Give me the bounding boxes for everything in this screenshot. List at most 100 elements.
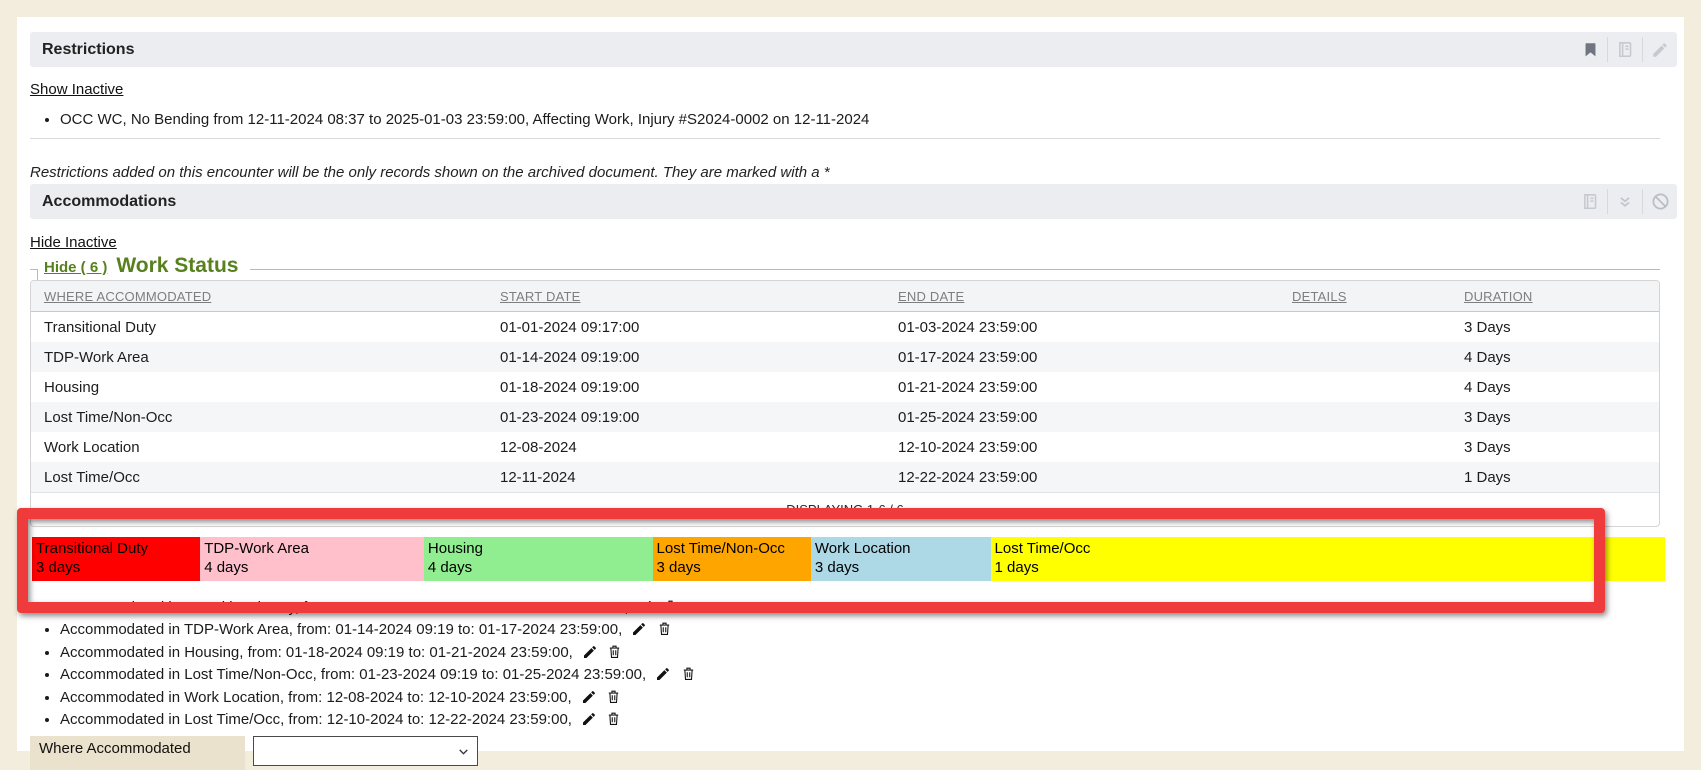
accommodation-entry-text: Accommodated in Work Location, from: 12-… <box>60 689 572 706</box>
column-header-start-date[interactable]: START DATE <box>500 289 898 304</box>
timeline-segment-label: Work Location <box>815 539 991 558</box>
timeline-segment: Lost Time/Non-Occ 3 days <box>653 537 811 581</box>
restriction-item: OCC WC, No Bending from 12-11-2024 08:37… <box>60 110 1660 130</box>
timeline-segment-label: Housing <box>428 539 653 558</box>
cell-start-date: 12-08-2024 <box>500 439 898 456</box>
edit-pencil-icon[interactable] <box>638 599 654 620</box>
accommodation-entries-list: Accommodated in Transitional Duty, from:… <box>30 598 696 732</box>
table-row: Work Location 12-08-2024 12-10-2024 23:5… <box>31 432 1659 462</box>
timeline-segment-label: Lost Time/Non-Occ <box>657 539 811 558</box>
timeline-segment-days: 3 days <box>815 558 991 577</box>
accommodation-entry: Accommodated in Transitional Duty, from:… <box>60 598 696 620</box>
accommodation-entry-text: Accommodated in TDP-Work Area, from: 01-… <box>60 621 622 638</box>
accommodation-entry-text: Accommodated in Lost Time/Occ, from: 12-… <box>60 711 572 728</box>
archive-book-icon[interactable] <box>1608 32 1642 67</box>
cell-where-accommodated: Transitional Duty <box>44 319 500 336</box>
edit-pencil-icon[interactable] <box>655 666 671 687</box>
restrictions-list: OCC WC, No Bending from 12-11-2024 08:37… <box>30 110 1660 130</box>
restrictions-note: Restrictions added on this encounter wil… <box>30 164 830 181</box>
accommodation-entry-text: Accommodated in Housing, from: 01-18-202… <box>60 644 573 661</box>
cell-start-date: 01-18-2024 09:19:00 <box>500 379 898 396</box>
cell-duration: 3 Days <box>1464 409 1659 426</box>
cell-duration: 4 Days <box>1464 349 1659 366</box>
timeline-segment-label: Lost Time/Occ <box>995 539 1665 558</box>
dropdown-chevron-icon <box>457 745 470 758</box>
where-accommodated-select[interactable] <box>253 736 478 766</box>
timeline-segment-label: TDP-Work Area <box>204 539 424 558</box>
timeline-segment: Transitional Duty 3 days <box>32 537 200 581</box>
edit-pencil-icon[interactable] <box>631 621 647 642</box>
table-row: Lost Time/Occ 12-11-2024 12-22-2024 23:5… <box>31 462 1659 492</box>
cell-end-date: 12-22-2024 23:59:00 <box>898 469 1292 486</box>
cell-where-accommodated: TDP-Work Area <box>44 349 500 366</box>
divider-line <box>30 138 1660 139</box>
column-header-details[interactable]: DETAILS <box>1292 289 1464 304</box>
column-header-end-date[interactable]: END DATE <box>898 289 1292 304</box>
cell-end-date: 01-17-2024 23:59:00 <box>898 349 1292 366</box>
cell-end-date: 01-21-2024 23:59:00 <box>898 379 1292 396</box>
accommodation-entry: Accommodated in Work Location, from: 12-… <box>60 688 696 710</box>
hide-inactive-link[interactable]: Hide Inactive <box>30 234 117 251</box>
delete-trash-icon[interactable] <box>657 620 672 642</box>
cell-end-date: 01-03-2024 23:59:00 <box>898 319 1292 336</box>
restrictions-section-header: Restrictions <box>30 32 1677 67</box>
accommodations-title: Accommodations <box>30 193 176 211</box>
table-row: Lost Time/Non-Occ 01-23-2024 09:19:00 01… <box>31 402 1659 432</box>
bookmark-icon[interactable] <box>1573 32 1607 67</box>
accommodation-entry-text: Accommodated in Transitional Duty, from:… <box>60 599 628 616</box>
accommodations-header-icons <box>1573 184 1677 219</box>
table-row: TDP-Work Area 01-14-2024 09:19:00 01-17-… <box>31 342 1659 372</box>
edit-pencil-icon[interactable] <box>1643 32 1677 67</box>
timeline-segment-days: 4 days <box>428 558 653 577</box>
timeline-segment: Housing 4 days <box>424 537 653 581</box>
cell-duration: 3 Days <box>1464 319 1659 336</box>
delete-trash-icon[interactable] <box>681 665 696 687</box>
table-body: Transitional Duty 01-01-2024 09:17:00 01… <box>31 312 1659 492</box>
content-panel: Restrictions Show Inactive OCC WC, No Be… <box>17 17 1684 751</box>
timeline-segment-days: 3 days <box>36 558 200 577</box>
collapse-double-chevron-icon[interactable] <box>1608 184 1642 219</box>
cell-end-date: 01-25-2024 23:59:00 <box>898 409 1292 426</box>
disable-icon[interactable] <box>1643 184 1677 219</box>
cell-end-date: 12-10-2024 23:59:00 <box>898 439 1292 456</box>
delete-trash-icon[interactable] <box>663 598 678 620</box>
cell-start-date: 12-11-2024 <box>500 469 898 486</box>
edit-pencil-icon[interactable] <box>581 711 597 732</box>
work-status-title: Work Status <box>116 254 238 278</box>
cell-duration: 1 Days <box>1464 469 1659 486</box>
accommodation-entry-text: Accommodated in Lost Time/Non-Occ, from:… <box>60 666 646 683</box>
accommodation-entry: Accommodated in TDP-Work Area, from: 01-… <box>60 620 696 642</box>
cell-duration: 3 Days <box>1464 439 1659 456</box>
table-row: Housing 01-18-2024 09:19:00 01-21-2024 2… <box>31 372 1659 402</box>
cell-start-date: 01-14-2024 09:19:00 <box>500 349 898 366</box>
delete-trash-icon[interactable] <box>606 710 621 732</box>
column-header-where-accommodated[interactable]: WHERE ACCOMMODATED <box>44 289 500 304</box>
cell-where-accommodated: Lost Time/Non-Occ <box>44 409 500 426</box>
delete-trash-icon[interactable] <box>607 643 622 665</box>
show-inactive-link[interactable]: Show Inactive <box>30 81 123 98</box>
cell-start-date: 01-01-2024 09:17:00 <box>500 319 898 336</box>
restrictions-header-icons <box>1573 32 1677 67</box>
archive-book-icon[interactable] <box>1573 184 1607 219</box>
cell-where-accommodated: Housing <box>44 379 500 396</box>
cell-where-accommodated: Work Location <box>44 439 500 456</box>
delete-trash-icon[interactable] <box>606 688 621 710</box>
accommodation-timeline: Transitional Duty 3 days TDP-Work Area 4… <box>32 537 1665 581</box>
column-header-duration[interactable]: DURATION <box>1464 289 1659 304</box>
add-accommodation-form: Where Accommodated <box>30 736 478 770</box>
timeline-segment-days: 1 days <box>995 558 1665 577</box>
timeline-segment-days: 4 days <box>204 558 424 577</box>
edit-pencil-icon[interactable] <box>581 689 597 710</box>
work-status-legend: Hide ( 6 ) Work Status <box>38 254 250 280</box>
timeline-segment: Work Location 3 days <box>811 537 991 581</box>
table-footer: DISPLAYING 1-6 / 6 <box>31 492 1659 526</box>
accommodation-entry: Accommodated in Housing, from: 01-18-202… <box>60 643 696 665</box>
displaying-count-text: DISPLAYING 1-6 / 6 <box>786 502 904 517</box>
hide-count-link[interactable]: Hide ( 6 ) <box>44 259 107 276</box>
timeline-segment: Lost Time/Occ 1 days <box>991 537 1665 581</box>
accommodation-entry: Accommodated in Lost Time/Occ, from: 12-… <box>60 710 696 732</box>
edit-pencil-icon[interactable] <box>582 644 598 665</box>
table-header-row: WHERE ACCOMMODATED START DATE END DATE D… <box>31 281 1659 312</box>
timeline-segment-days: 3 days <box>657 558 811 577</box>
cell-duration: 4 Days <box>1464 379 1659 396</box>
